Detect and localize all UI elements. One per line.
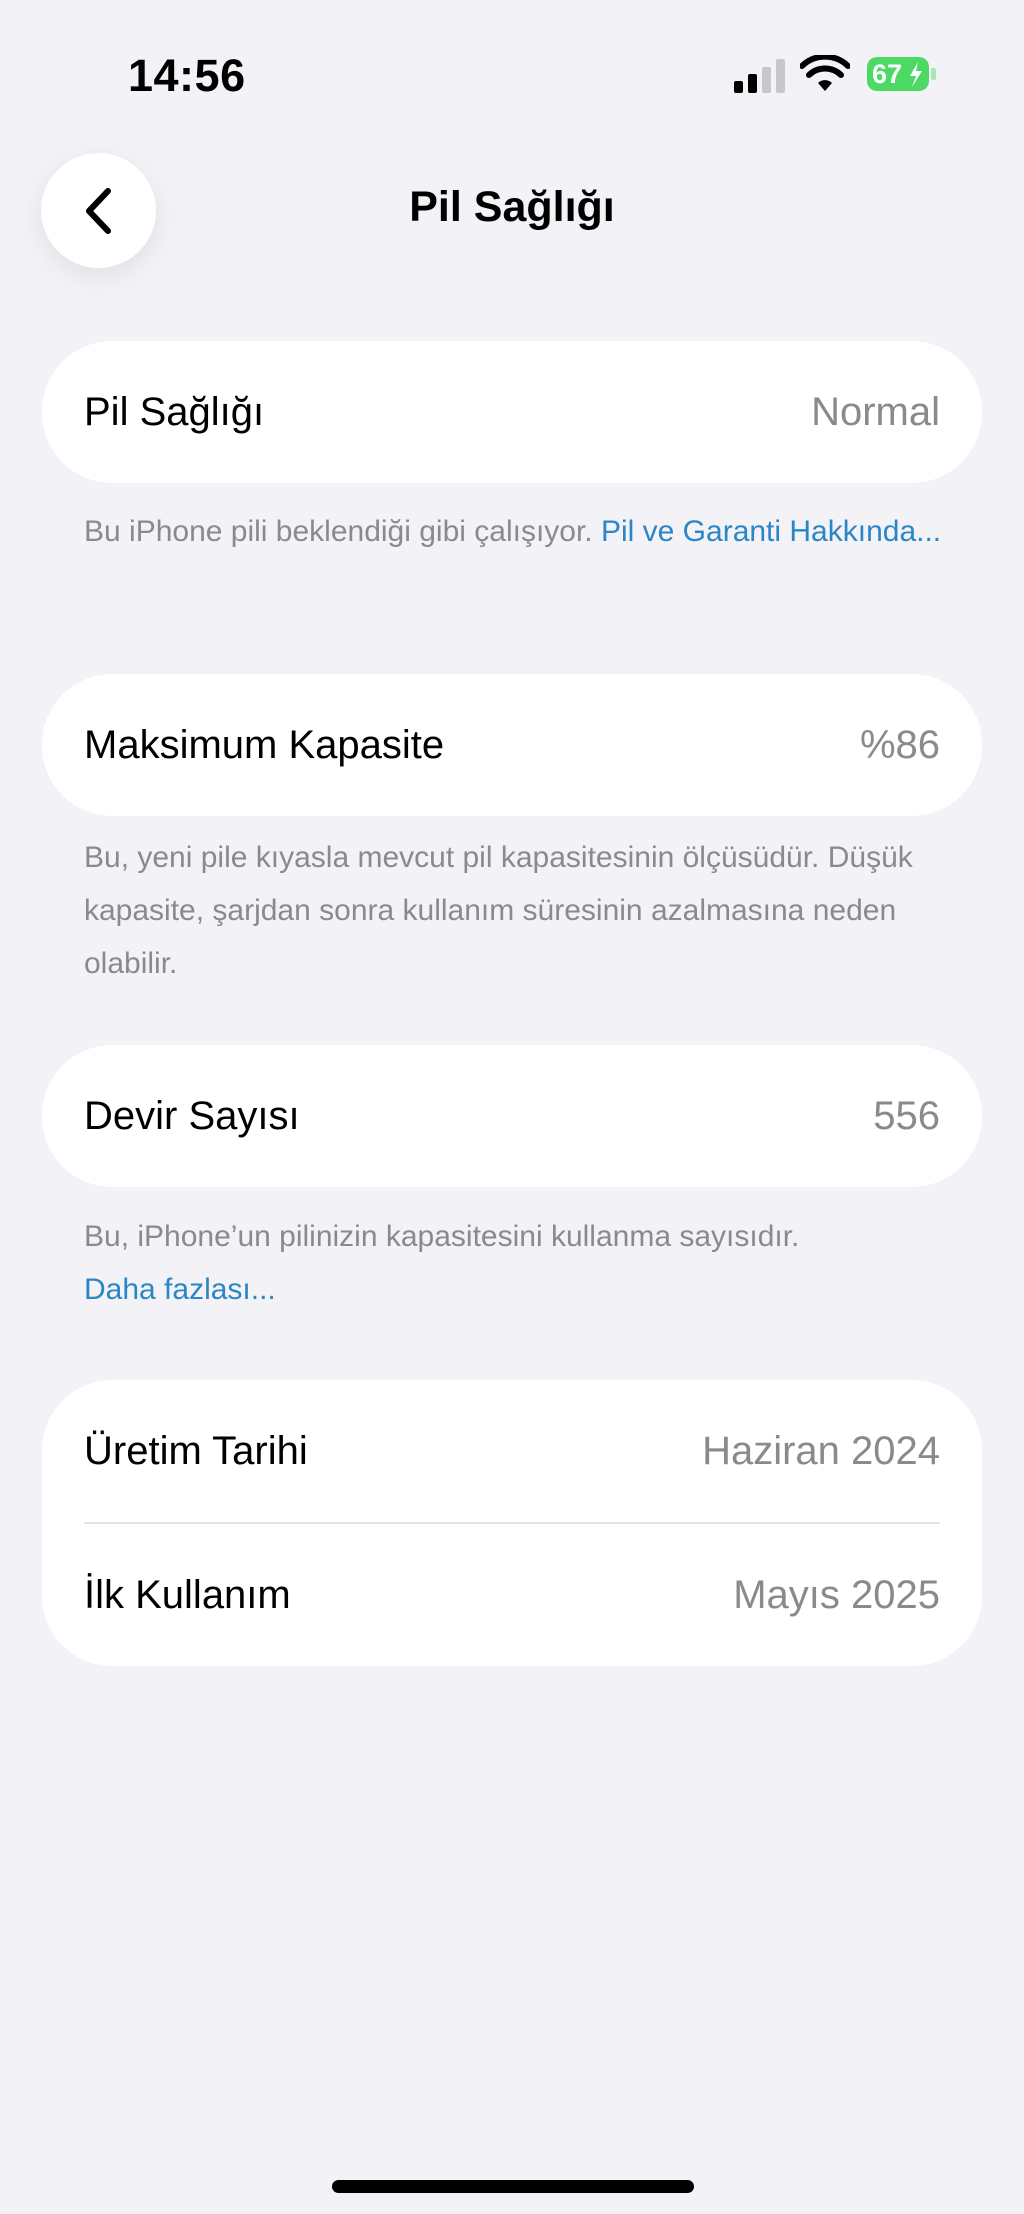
max-capacity-footnote: Bu, yeni pile kıyasla mevcut pil kapasit… (84, 841, 913, 980)
battery-health-label: Pil Sağlığı (84, 389, 265, 434)
cellular-signal-icon (734, 59, 785, 93)
wifi-icon (800, 55, 850, 91)
first-use-row: İlk Kullanım Mayıs 2025 (42, 1524, 982, 1666)
cycle-count-card: Devir Sayısı 556 (42, 1045, 982, 1187)
status-time: 14:56 (128, 50, 246, 101)
max-capacity-value: %86 (859, 722, 940, 767)
home-indicator[interactable] (332, 2180, 694, 2193)
more-info-link[interactable]: Daha fazlası... (84, 1273, 276, 1306)
battery-level-text: 67 (872, 59, 903, 89)
cycle-count-row: Devir Sayısı 556 (42, 1045, 982, 1187)
manufacture-date-label: Üretim Tarihi (84, 1428, 308, 1473)
manufacture-date-row: Üretim Tarihi Haziran 2024 (42, 1380, 982, 1522)
battery-health-screen: 14:56 67 Pil Sağlığı Pil Sağlığı Normal … (0, 0, 1024, 2214)
cycle-count-value: 556 (873, 1093, 940, 1138)
max-capacity-card: Maksimum Kapasite %86 (42, 674, 982, 816)
first-use-label: İlk Kullanım (84, 1572, 291, 1617)
cycle-count-footnote: Bu, iPhone’un pilinizin kapasitesini kul… (84, 1210, 944, 1316)
battery-health-value: Normal (811, 389, 940, 434)
dates-card: Üretim Tarihi Haziran 2024 İlk Kullanım … (42, 1380, 982, 1666)
battery-health-footnote: Bu iPhone pili beklendiği gibi çalışıyor… (84, 505, 944, 558)
battery-health-footnote-text: Bu iPhone pili beklendiği gibi çalışıyor… (84, 515, 601, 548)
battery-health-card: Pil Sağlığı Normal (42, 341, 982, 483)
battery-icon: 67 (866, 56, 938, 92)
cycle-count-label: Devir Sayısı (84, 1093, 300, 1138)
battery-health-row: Pil Sağlığı Normal (42, 341, 982, 483)
first-use-value: Mayıs 2025 (733, 1572, 940, 1617)
page-title: Pil Sağlığı (409, 183, 615, 231)
max-capacity-row: Maksimum Kapasite %86 (42, 674, 982, 816)
cycle-count-footnote-text: Bu, iPhone’un pilinizin kapasitesini kul… (84, 1220, 800, 1253)
battery-warranty-link[interactable]: Pil ve Garanti Hakkında... (601, 515, 941, 548)
max-capacity-label: Maksimum Kapasite (84, 722, 445, 767)
status-bar: 14:56 67 (0, 0, 1024, 140)
manufacture-date-value: Haziran 2024 (702, 1428, 940, 1473)
